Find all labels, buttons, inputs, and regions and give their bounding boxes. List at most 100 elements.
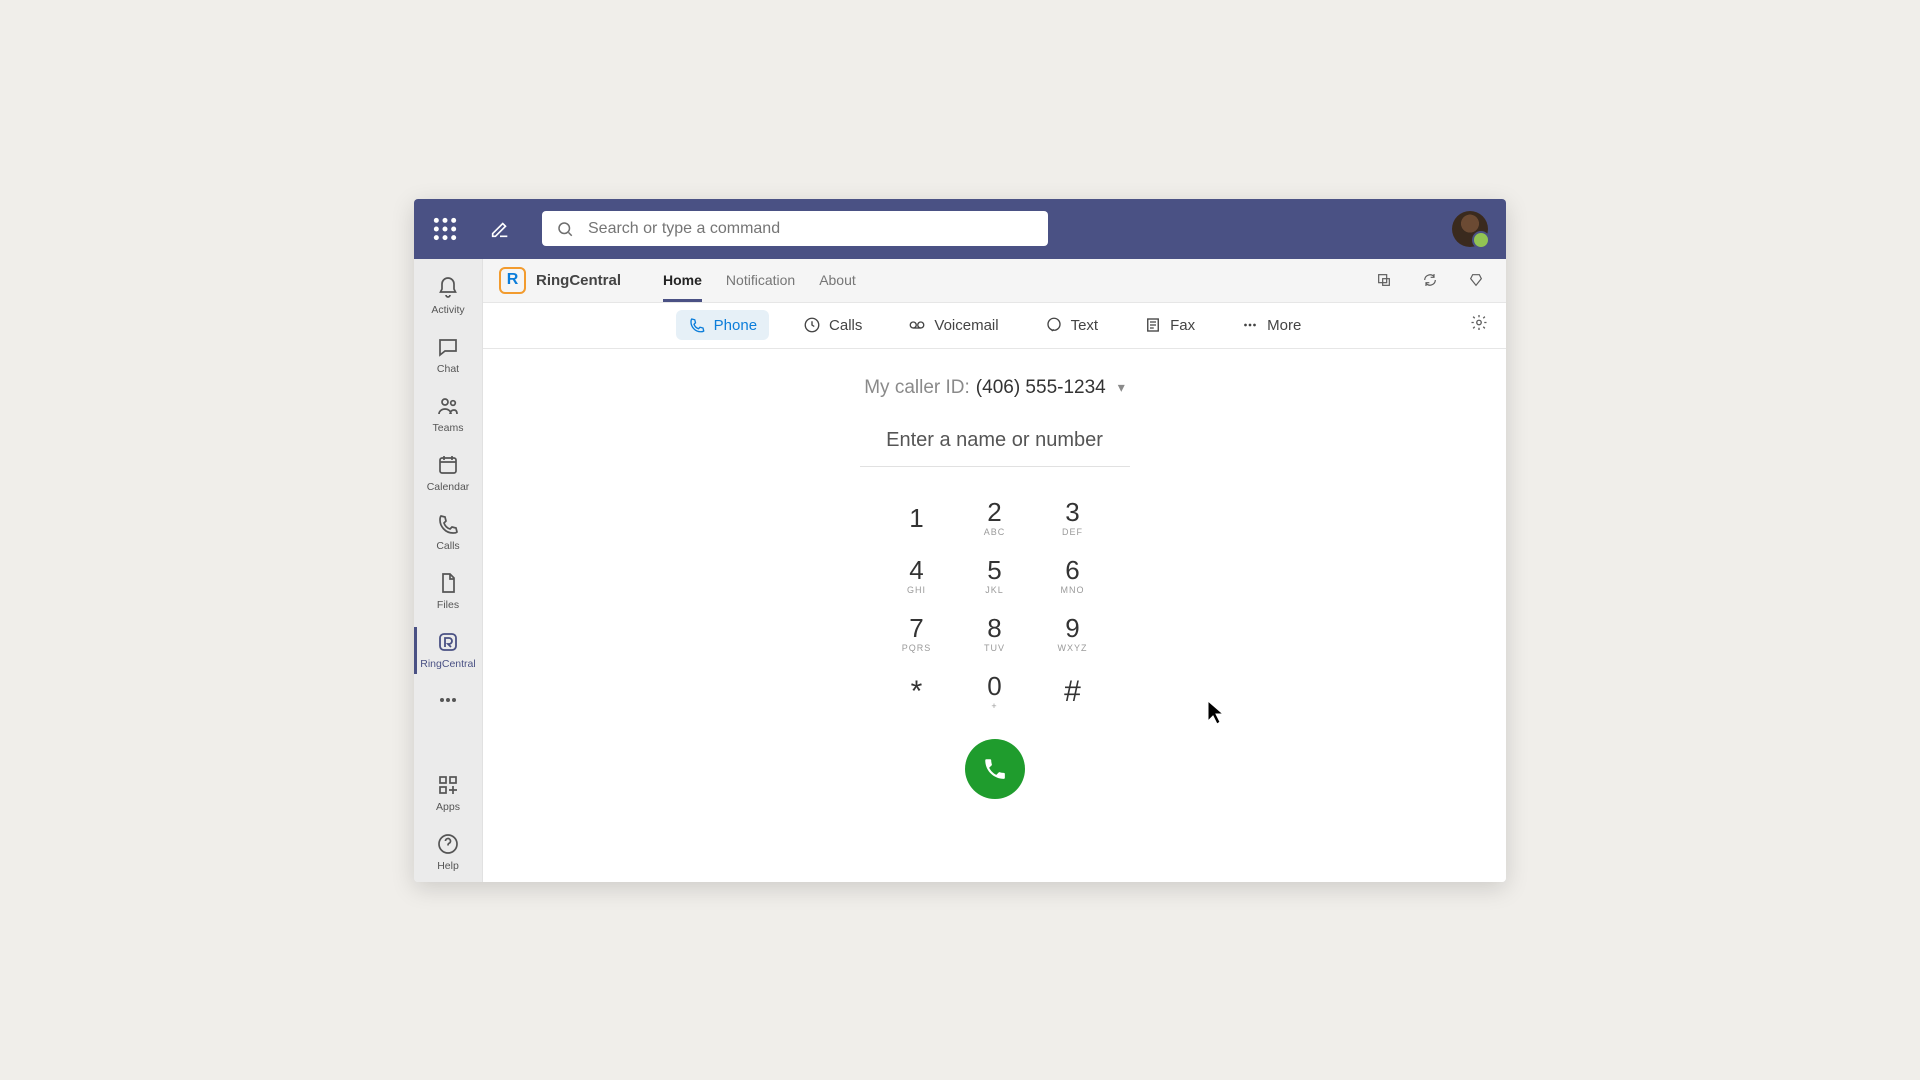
dialpad-key-6[interactable]: 6 MNO — [1034, 547, 1112, 605]
dialpad-digit: 8 — [987, 615, 1001, 641]
rail-label: RingCentral — [420, 658, 475, 670]
main-content: R RingCentral Home Notification About — [483, 259, 1506, 882]
chat-icon — [436, 335, 460, 359]
dialpad-key-2[interactable]: 2 ABC — [956, 489, 1034, 547]
subtab-label: Calls — [829, 317, 862, 334]
fax-icon — [1144, 316, 1162, 334]
popout-icon[interactable] — [1370, 266, 1398, 294]
dialer: My caller ID: (406) 555-1234 ▾ 1 2 ABC 3DEF… — [483, 349, 1506, 882]
rail-label: Help — [437, 860, 459, 872]
subtab-fax[interactable]: Fax — [1132, 310, 1207, 340]
refresh-icon[interactable] — [1416, 266, 1444, 294]
rail-chat[interactable]: Chat — [414, 326, 483, 385]
dialpad-key-#[interactable]: # — [1034, 663, 1112, 721]
tab-home[interactable]: Home — [663, 258, 702, 302]
dialpad-key-1[interactable]: 1 — [878, 489, 956, 547]
rail-label: Files — [437, 599, 459, 611]
dialpad-key-5[interactable]: 5 JKL — [956, 547, 1034, 605]
rail-label: Chat — [437, 363, 459, 375]
more-icon — [436, 688, 460, 712]
ringcentral-icon — [436, 630, 460, 654]
tab-about[interactable]: About — [819, 258, 856, 302]
dialpad-key-8[interactable]: 8 TUV — [956, 605, 1034, 663]
subtab-label: Voicemail — [934, 317, 998, 334]
nav-rail: Activity Chat Teams Calendar Calls Files — [414, 259, 483, 882]
dialpad-key-3[interactable]: 3DEF — [1034, 489, 1112, 547]
dialpad-letters: WXYZ — [1058, 643, 1088, 653]
header-tabs: Home Notification About — [663, 258, 856, 302]
rail-calendar[interactable]: Calendar — [414, 444, 483, 503]
file-icon — [436, 571, 460, 595]
dialpad-digit: 0 — [987, 673, 1001, 699]
dialpad-key-7[interactable]: 7 PQRS — [878, 605, 956, 663]
teams-icon — [436, 394, 460, 418]
dialpad-letters: PQRS — [902, 643, 932, 653]
ringcentral-logo-icon: R — [499, 267, 526, 294]
apps-icon — [436, 773, 460, 797]
app-info-icon[interactable] — [1462, 266, 1490, 294]
dialpad-digit: 6 — [1065, 557, 1079, 583]
subtab-more[interactable]: More — [1229, 310, 1313, 340]
dialpad-letters: MNO — [1061, 585, 1085, 595]
dialpad-key-4[interactable]: 4 GHI — [878, 547, 956, 605]
dialpad-letters: ABC — [984, 527, 1006, 537]
rail-ringcentral[interactable]: RingCentral — [414, 621, 483, 680]
subtab-phone[interactable]: Phone — [676, 310, 769, 340]
dial-input[interactable] — [860, 421, 1130, 467]
call-button[interactable] — [965, 739, 1025, 799]
dialpad-letters: TUV — [984, 643, 1005, 653]
subtab-voicemail[interactable]: Voicemail — [896, 310, 1010, 340]
subtabs: Phone Calls Voicemail Text Fax — [483, 303, 1506, 349]
dialpad-digit: 5 — [987, 557, 1001, 583]
dialpad-digit: 2 — [987, 499, 1001, 525]
settings-icon[interactable] — [1470, 314, 1488, 337]
dialpad-key-9[interactable]: 9 WXYZ — [1034, 605, 1112, 663]
dialpad-digit: 9 — [1065, 615, 1079, 641]
clock-icon — [803, 316, 821, 334]
rail-label: Activity — [431, 304, 464, 316]
caller-id-label: My caller ID: — [864, 377, 970, 399]
app-window: Activity Chat Teams Calendar Calls Files — [414, 199, 1506, 882]
calendar-icon — [436, 453, 460, 477]
phone-icon — [688, 316, 706, 334]
caller-id-value: (406) 555-1234 — [976, 377, 1106, 399]
app-header: R RingCentral Home Notification About — [483, 259, 1506, 303]
compose-icon[interactable] — [476, 205, 524, 253]
subtab-label: Text — [1071, 317, 1099, 334]
rail-label: Apps — [436, 801, 460, 813]
apps-waffle-icon[interactable] — [432, 216, 458, 242]
subtab-calls[interactable]: Calls — [791, 310, 874, 340]
dialpad-key-*[interactable]: * — [878, 663, 956, 721]
subtab-label: Phone — [714, 317, 757, 334]
dialpad-digit: 4 — [909, 557, 923, 583]
dialpad-digit: # — [1064, 677, 1081, 707]
rail-calls[interactable]: Calls — [414, 503, 483, 562]
subtab-label: Fax — [1170, 317, 1195, 334]
rail-activity[interactable]: Activity — [414, 267, 483, 326]
help-icon — [436, 832, 460, 856]
rail-overflow[interactable] — [414, 680, 483, 720]
search-box[interactable] — [542, 211, 1048, 246]
subtab-label: More — [1267, 317, 1301, 334]
rail-label: Teams — [433, 422, 464, 434]
dialpad-letters: + — [991, 701, 997, 711]
search-input[interactable] — [588, 220, 1034, 238]
dialpad-letters: GHI — [907, 585, 926, 595]
dialpad-digit: 3 — [1065, 499, 1079, 525]
tab-notification[interactable]: Notification — [726, 258, 795, 302]
dialpad-letters: JKL — [985, 585, 1004, 595]
search-icon — [556, 220, 574, 238]
rail-help[interactable]: Help — [414, 823, 483, 882]
rail-teams[interactable]: Teams — [414, 385, 483, 444]
subtab-text[interactable]: Text — [1033, 310, 1111, 340]
topbar — [414, 199, 1506, 259]
avatar[interactable] — [1452, 211, 1488, 247]
rail-apps[interactable]: Apps — [414, 764, 483, 823]
caller-id-selector[interactable]: My caller ID: (406) 555-1234 ▾ — [864, 377, 1125, 399]
dialpad-key-0[interactable]: 0+ — [956, 663, 1034, 721]
rail-label: Calendar — [427, 481, 470, 493]
phone-icon — [982, 756, 1008, 782]
rail-files[interactable]: Files — [414, 562, 483, 621]
dialpad-digit: 7 — [909, 615, 923, 641]
phone-icon — [436, 512, 460, 536]
